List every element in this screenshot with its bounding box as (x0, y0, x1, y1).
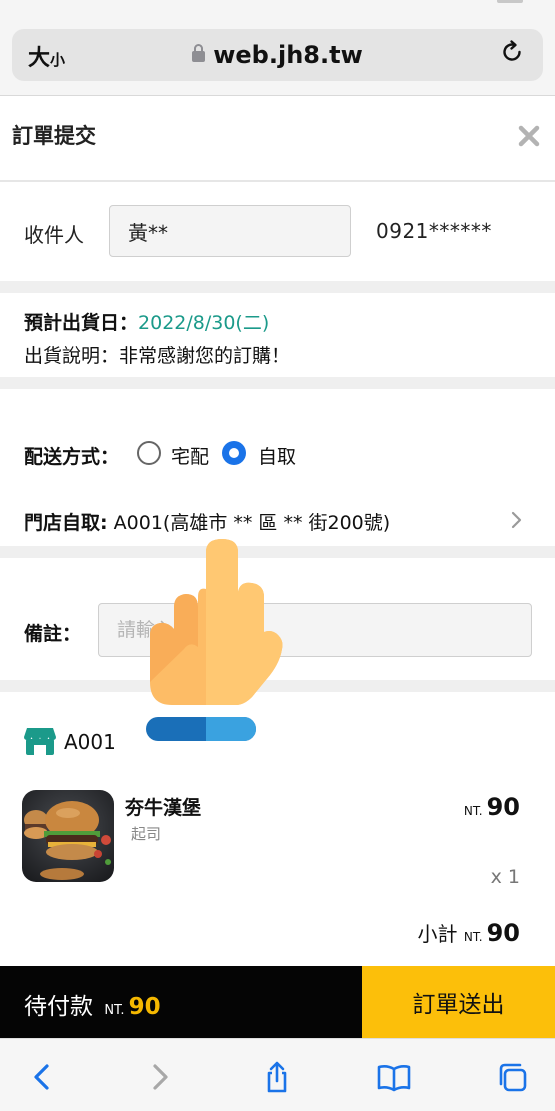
delivery-option-pickup[interactable]: 自取 (258, 442, 296, 469)
subtotal-value: 90 (486, 919, 520, 947)
back-icon[interactable] (27, 1060, 57, 1094)
ship-date: 預計出貨日：2022/8/30(二) (24, 308, 269, 335)
store-code: A001 (64, 730, 116, 754)
forward-icon[interactable] (145, 1060, 175, 1094)
store-icon (24, 728, 56, 755)
recipient-label: 收件人 (24, 223, 84, 247)
delivery-radio-home[interactable] (137, 441, 161, 465)
chevron-right-icon[interactable] (510, 510, 524, 530)
currency-label: NT. (463, 804, 483, 818)
ship-date-label: 預計出貨日： (24, 312, 139, 334)
store-pickup-value: A001(高雄市 ** 區 ** 街200號) (113, 512, 391, 534)
status-indicator (497, 0, 523, 3)
recipient-name-input[interactable] (109, 205, 351, 257)
url-bar[interactable]: 大小 web.jh8.tw (12, 29, 543, 81)
url-text: web.jh8.tw (213, 41, 363, 69)
subtotal: 小計 NT. 90 (418, 918, 520, 947)
store-pickup-label: 門店自取: (24, 512, 108, 534)
section-divider (0, 377, 555, 389)
browser-top-bar: 大小 web.jh8.tw (0, 0, 555, 96)
currency-label: NT. (463, 930, 483, 944)
lock-icon (192, 44, 206, 62)
tabs-icon[interactable] (496, 1060, 530, 1094)
subtotal-label: 小計 (417, 922, 458, 946)
close-icon[interactable] (514, 121, 544, 151)
recipient-phone: 0921****** (376, 219, 492, 243)
product-image[interactable] (22, 790, 114, 882)
bookmarks-icon[interactable] (376, 1060, 412, 1094)
pointing-hand-icon (146, 539, 283, 741)
pending-label: 待付款 (24, 994, 93, 1020)
url-display[interactable]: web.jh8.tw (12, 41, 543, 69)
product-price: NT. 90 (464, 793, 520, 821)
product-quantity: x 1 (490, 866, 520, 888)
store-pickup-row[interactable]: 門店自取: A001(高雄市 ** 區 ** 街200號) (24, 508, 390, 535)
section-divider (0, 281, 555, 293)
product-name: 夯牛漢堡 (125, 797, 202, 819)
divider (0, 180, 555, 182)
pending-payment: 待付款 NT. 90 (24, 987, 161, 1021)
ship-note: 出貨說明：非常感謝您的訂購！ (24, 345, 291, 367)
ship-date-value: 2022/8/30(二) (138, 312, 270, 334)
delivery-option-home[interactable]: 宅配 (171, 442, 209, 469)
total-amount: 90 (128, 994, 161, 1020)
remark-label: 備註： (24, 623, 82, 645)
delivery-radio-pickup[interactable] (222, 441, 246, 465)
currency-label: NT. (104, 1003, 125, 1018)
product-price-value: 90 (486, 793, 520, 821)
product-option: 起司 (131, 825, 162, 843)
delivery-method-label: 配送方式： (24, 446, 120, 468)
reload-icon[interactable] (499, 39, 525, 65)
share-icon[interactable] (262, 1060, 292, 1094)
submit-order-button[interactable]: 訂單送出 (362, 966, 555, 1038)
page-title: 訂單提交 (12, 124, 96, 148)
